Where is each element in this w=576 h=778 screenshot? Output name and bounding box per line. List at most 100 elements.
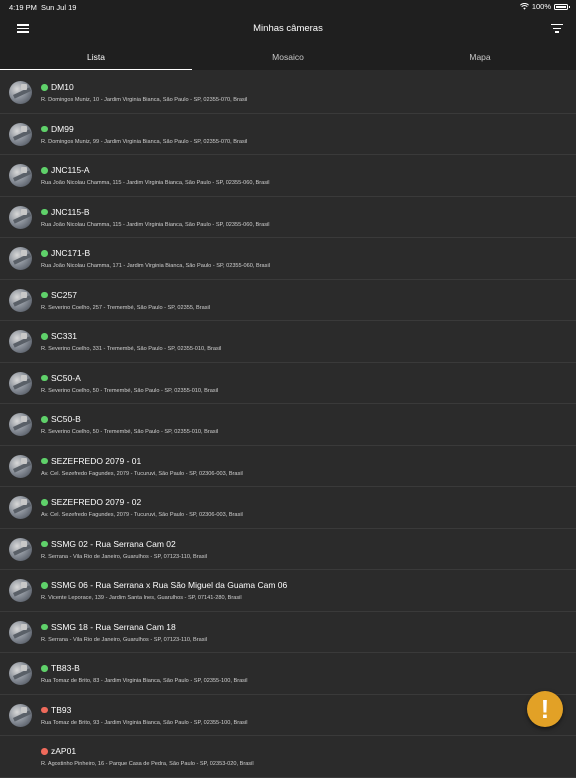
camera-address: R. Severino Coelho, 331 - Tremembé, São …: [41, 346, 222, 352]
status-dot: [41, 374, 48, 381]
camera-thumbnail: [9, 703, 32, 727]
camera-name: JNC115-A: [51, 165, 90, 175]
camera-address: R. Serrana - Vila Rio de Janeiro, Guarul…: [41, 636, 208, 643]
status-dot: [41, 748, 48, 755]
camera-address: R. Severino Coelho, 257 - Tremembé, São …: [41, 304, 211, 311]
camera-thumbnail: [9, 330, 32, 353]
status-dot: [41, 291, 48, 298]
status-dot: [41, 250, 48, 257]
page-title: Minhas câmeras: [253, 23, 323, 34]
battery-percent: 100%: [531, 2, 551, 11]
camera-name: SSMG 18 - Rua Serrana Cam 18: [51, 621, 176, 632]
camera-thumbnail: [9, 81, 32, 104]
status-bar: 4:19 PM Sun Jul 19 100%: [0, 0, 576, 14]
list-item[interactable]: DM10 R. Domingos Muniz, 10 - Jardim Virgi…: [0, 72, 576, 114]
camera-address: Av. Cel. Sezefredo Fagundes, 2079 - Tucu…: [41, 512, 243, 518]
list-item[interactable]: SEZEFREDO 2079 - 02 Av. Cel. Sezefredo Fa…: [0, 487, 576, 529]
status-dot: [41, 582, 48, 589]
navigation-bar: Minhas câmeras: [0, 14, 576, 42]
list-item[interactable]: SSMG 18 - Rua Serrana Cam 18 R. Serrana -…: [0, 612, 576, 653]
camera-thumbnail: [9, 122, 32, 146]
list-item[interactable]: SSMG 06 - Rua Serrana x Rua São Miguel d…: [0, 570, 576, 612]
status-dot: [41, 167, 48, 174]
camera-thumbnail: [9, 496, 32, 519]
status-dot: [41, 208, 48, 215]
view-tabs: Lista Mosaico Mapa: [0, 42, 576, 70]
status-right: 100%: [519, 2, 570, 11]
list-item[interactable]: JNC171-B Rua João Nicolau Chamma, 171 - J…: [0, 238, 576, 280]
camera-thumbnail: [9, 537, 32, 561]
camera-thumbnail: [9, 662, 32, 685]
status-dot: [41, 540, 48, 547]
list-item[interactable]: SC50-B R. Severino Coelho, 50 - Tremembé,…: [0, 404, 576, 446]
camera-name: SSMG 02 - Rua Serrana Cam 02: [51, 538, 176, 549]
camera-address: R. Serrana - Vila Rio de Janeiro, Guarul…: [41, 553, 208, 560]
camera-address: Rua João Nicolau Chamma, 171 - Jardim Vi…: [41, 263, 270, 269]
status-dot: [41, 84, 48, 91]
camera-thumbnail: [9, 205, 32, 229]
camera-name: TB83-B: [51, 663, 80, 673]
status-dot: [41, 416, 48, 423]
camera-address: Rua João Nicolau Chamma, 115 - Jardim Vi…: [41, 221, 270, 228]
list-item[interactable]: TB93 Rua Tomaz de Brito, 93 - Jardim Virg…: [0, 695, 576, 736]
camera-name: SEZEFREDO 2079 - 01: [51, 455, 142, 466]
alert-button[interactable]: !: [527, 691, 563, 727]
tab-mosaico[interactable]: Mosaico: [192, 42, 384, 70]
list-item[interactable]: JNC115-B Rua João Nicolau Chamma, 115 - J…: [0, 197, 576, 238]
list-item[interactable]: DM99 R. Domingos Muniz, 99 - Jardim Virgi…: [0, 114, 576, 155]
status-dot: [41, 125, 48, 132]
camera-address: Rua Tomaz de Brito, 93 - Jardim Virginia…: [41, 719, 248, 726]
camera-address: R. Vicente Leporace, 139 - Jardim Santa …: [41, 595, 242, 601]
list-item[interactable]: JNC115-A Rua João Nicolau Chamma, 115 - J…: [0, 155, 576, 197]
status-dot: [41, 706, 48, 713]
status-dot: [41, 499, 48, 506]
camera-name: SC331: [51, 331, 77, 341]
camera-address: R. Domingos Muniz, 10 - Jardim Virginia …: [41, 97, 248, 103]
camera-address: R. Domingos Muniz, 99 - Jardim Virginia …: [41, 138, 248, 145]
tab-mapa[interactable]: Mapa: [384, 42, 576, 70]
camera-address: R. Severino Coelho, 50 - Tremembé, São P…: [41, 429, 219, 435]
tab-lista[interactable]: Lista: [0, 42, 192, 70]
status-dot: [41, 665, 48, 672]
camera-address: Rua João Nicolau Chamma, 115 - Jardim Vi…: [41, 180, 270, 186]
camera-address: Av. Cel. Sezefredo Fagundes, 2079 - Tucu…: [41, 470, 243, 477]
camera-name: JNC171-B: [51, 248, 91, 258]
camera-address: Rua Tomaz de Brito, 83 - Jardim Virginia…: [41, 678, 248, 684]
filter-icon[interactable]: [551, 24, 563, 33]
list-item[interactable]: SC257 R. Severino Coelho, 257 - Tremembé,…: [0, 280, 576, 321]
list-item[interactable]: SC50-A R. Severino Coelho, 50 - Tremembé,…: [0, 363, 576, 404]
camera-thumbnail: [9, 454, 32, 478]
list-item[interactable]: zAP01 R. Agostinho Pinheiro, 16 - Parque …: [0, 736, 576, 778]
camera-address: R. Agostinho Pinheiro, 16 - Parque Casa …: [41, 761, 254, 767]
list-item[interactable]: TB83-B Rua Tomaz de Brito, 83 - Jardim Vi…: [0, 653, 576, 695]
status-dot: [41, 623, 48, 630]
list-item[interactable]: SEZEFREDO 2079 - 01 Av. Cel. Sezefredo Fa…: [0, 446, 576, 487]
battery-icon: [554, 3, 570, 10]
camera-list: DM10 R. Domingos Muniz, 10 - Jardim Virgi…: [0, 72, 576, 778]
camera-name: SSMG 06 - Rua Serrana x Rua São Miguel d…: [51, 580, 288, 590]
status-time: 4:19 PM: [9, 3, 37, 12]
camera-name: JNC115-B: [51, 206, 90, 217]
camera-thumbnail: [9, 247, 32, 270]
camera-thumbnail: [9, 413, 32, 436]
status-date: Sun Jul 19: [41, 3, 77, 12]
camera-name: SC50-A: [51, 372, 81, 383]
camera-name: zAP01: [51, 746, 77, 756]
status-dot: [41, 457, 48, 464]
list-item[interactable]: SSMG 02 - Rua Serrana Cam 02 R. Serrana -…: [0, 529, 576, 570]
camera-name: TB93: [51, 704, 72, 715]
camera-thumbnail: [9, 620, 32, 644]
alert-icon: !: [540, 694, 550, 724]
camera-name: SC257: [51, 289, 77, 300]
camera-address: R. Severino Coelho, 50 - Tremembé, São P…: [41, 387, 219, 394]
camera-name: SC50-B: [51, 414, 81, 424]
camera-name: DM99: [51, 123, 74, 134]
camera-thumbnail: [9, 371, 32, 395]
camera-name: DM10: [51, 82, 74, 92]
wifi-icon: [519, 3, 529, 10]
camera-thumbnail: [9, 164, 32, 187]
camera-thumbnail: [9, 579, 32, 602]
status-dot: [41, 333, 48, 340]
camera-name: SEZEFREDO 2079 - 02: [51, 497, 142, 507]
list-item[interactable]: SC331 R. Severino Coelho, 331 - Tremembé,…: [0, 321, 576, 363]
